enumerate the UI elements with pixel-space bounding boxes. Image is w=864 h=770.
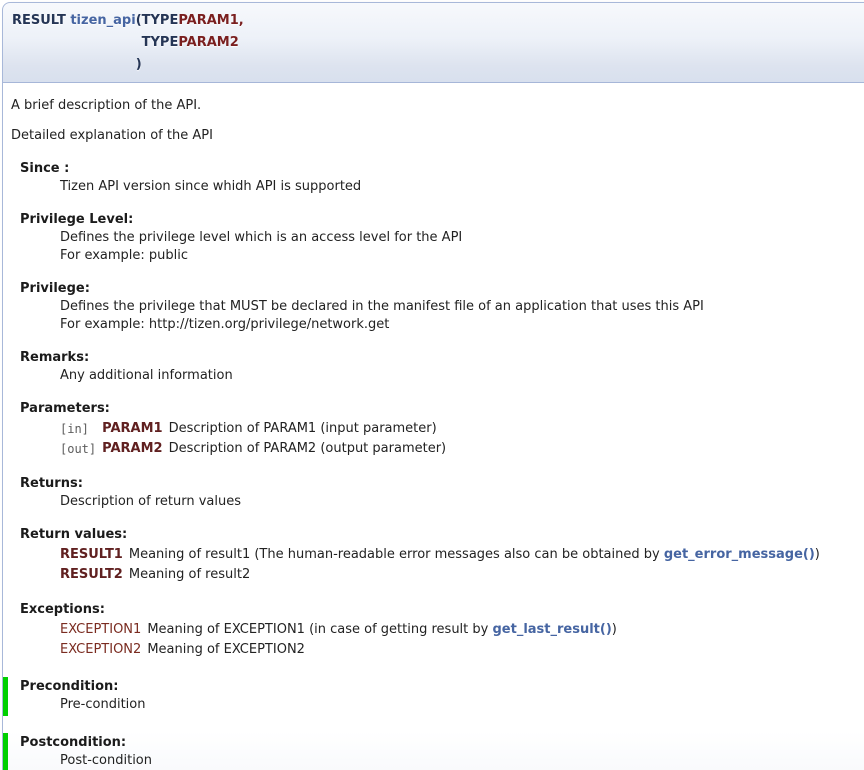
- section-content: Defines the privilege level which is an …: [60, 230, 861, 246]
- section-content: Pre-condition: [60, 697, 861, 713]
- section-title: Return values:: [20, 527, 861, 543]
- section-title: Postcondition:: [20, 735, 861, 751]
- exceptions-table: EXCEPTION1 Meaning of EXCEPTION1 (in cas…: [60, 620, 623, 660]
- exception-name: EXCEPTION2: [60, 640, 147, 660]
- detailed-description: Detailed explanation of the API: [11, 128, 861, 144]
- section-content: Tizen API version since whidh API is sup…: [60, 179, 861, 195]
- param-row: [in] PARAM1 Description of PARAM1 (input…: [60, 419, 452, 439]
- function-documentation: A brief description of the API. Detailed…: [2, 83, 864, 770]
- param-direction: [in]: [60, 419, 102, 439]
- section-title: Exceptions:: [20, 602, 861, 618]
- section-content: Defines the privilege that MUST be decla…: [60, 299, 861, 315]
- return-type: RESULT: [12, 13, 66, 28]
- section-content: For example: http://tizen.org/privilege/…: [60, 317, 861, 333]
- section-content: EXCEPTION1 Meaning of EXCEPTION1 (in cas…: [60, 620, 861, 660]
- section-content: Description of return values: [60, 494, 861, 510]
- section-return-values: Return values: RESULT1 Meaning of result…: [20, 527, 861, 585]
- section-title: Precondition:: [20, 679, 861, 695]
- section-since: Since : Tizen API version since whidh AP…: [20, 161, 861, 195]
- function-name-link[interactable]: tizen_api: [70, 13, 135, 28]
- retval-row: RESULT1 Meaning of result1 (The human-re…: [60, 545, 826, 565]
- param-name: PARAM2: [178, 32, 243, 54]
- section-parameters: Parameters: [in] PARAM1 Description of P…: [20, 401, 861, 459]
- section-title: Remarks:: [20, 350, 861, 366]
- section-content: For example: public: [60, 248, 861, 264]
- section-privilege: Privilege: Defines the privilege that MU…: [20, 281, 861, 333]
- section-content: [in] PARAM1 Description of PARAM1 (input…: [60, 419, 861, 459]
- section-remarks: Remarks: Any additional information: [20, 350, 861, 384]
- brief-description: A brief description of the API.: [11, 98, 861, 114]
- param-type: TYPE: [142, 32, 179, 54]
- section-title: Since :: [20, 161, 861, 177]
- section-content: Post-condition: [60, 753, 861, 769]
- section-title: Privilege:: [20, 281, 861, 297]
- exception-row: EXCEPTION1 Meaning of EXCEPTION1 (in cas…: [60, 620, 623, 640]
- close-paren: ): [136, 54, 142, 76]
- param-row: [out] PARAM2 Description of PARAM2 (outp…: [60, 439, 452, 459]
- signature-row-3: ): [12, 54, 244, 76]
- section-returns: Returns: Description of return values: [20, 476, 861, 510]
- retval-name: RESULT2: [60, 565, 129, 585]
- section-title: Returns:: [20, 476, 861, 492]
- signature-table: RESULT tizen_api ( TYPE PARAM1, TYPE PAR…: [12, 10, 244, 76]
- section-exceptions: Exceptions: EXCEPTION1 Meaning of EXCEPT…: [20, 602, 861, 660]
- retval-name: RESULT1: [60, 545, 129, 565]
- exception-row: EXCEPTION2 Meaning of EXCEPTION2: [60, 640, 623, 660]
- return-values-table: RESULT1 Meaning of result1 (The human-re…: [60, 545, 826, 585]
- param-direction: [out]: [60, 439, 102, 459]
- function-signature-header: RESULT tizen_api ( TYPE PARAM1, TYPE PAR…: [2, 2, 864, 83]
- exception-description: Meaning of EXCEPTION1 (in case of gettin…: [147, 620, 623, 640]
- api-doc-memitem: RESULT tizen_api ( TYPE PARAM1, TYPE PAR…: [2, 2, 864, 770]
- exception-name: EXCEPTION1: [60, 620, 147, 640]
- parameters-table: [in] PARAM1 Description of PARAM1 (input…: [60, 419, 452, 459]
- get-error-message-link[interactable]: get_error_message(): [664, 547, 815, 562]
- retval-description: Meaning of result1 (The human-readable e…: [129, 545, 826, 565]
- exception-description: Meaning of EXCEPTION2: [147, 640, 623, 660]
- section-postcondition: Postcondition: Post-condition: [3, 733, 861, 770]
- retval-row: RESULT2 Meaning of result2: [60, 565, 826, 585]
- param-description: Description of PARAM2 (output parameter): [169, 439, 453, 459]
- param-name: PARAM2: [102, 439, 168, 459]
- section-content: Any additional information: [60, 368, 861, 384]
- signature-row-2: TYPE PARAM2: [12, 32, 244, 54]
- section-content: RESULT1 Meaning of result1 (The human-re…: [60, 545, 861, 585]
- open-paren: (: [136, 10, 142, 32]
- signature-memname: RESULT tizen_api: [12, 10, 136, 32]
- param-name: PARAM1: [102, 419, 168, 439]
- param-type: TYPE: [142, 10, 179, 32]
- get-last-result-link[interactable]: get_last_result(): [492, 622, 611, 637]
- signature-row-1: RESULT tizen_api ( TYPE PARAM1,: [12, 10, 244, 32]
- section-precondition: Precondition: Pre-condition: [3, 677, 861, 716]
- param-name: PARAM1,: [178, 10, 243, 32]
- retval-description: Meaning of result2: [129, 565, 826, 585]
- section-privilege-level: Privilege Level: Defines the privilege l…: [20, 212, 861, 264]
- section-title: Privilege Level:: [20, 212, 861, 228]
- section-title: Parameters:: [20, 401, 861, 417]
- param-description: Description of PARAM1 (input parameter): [169, 419, 453, 439]
